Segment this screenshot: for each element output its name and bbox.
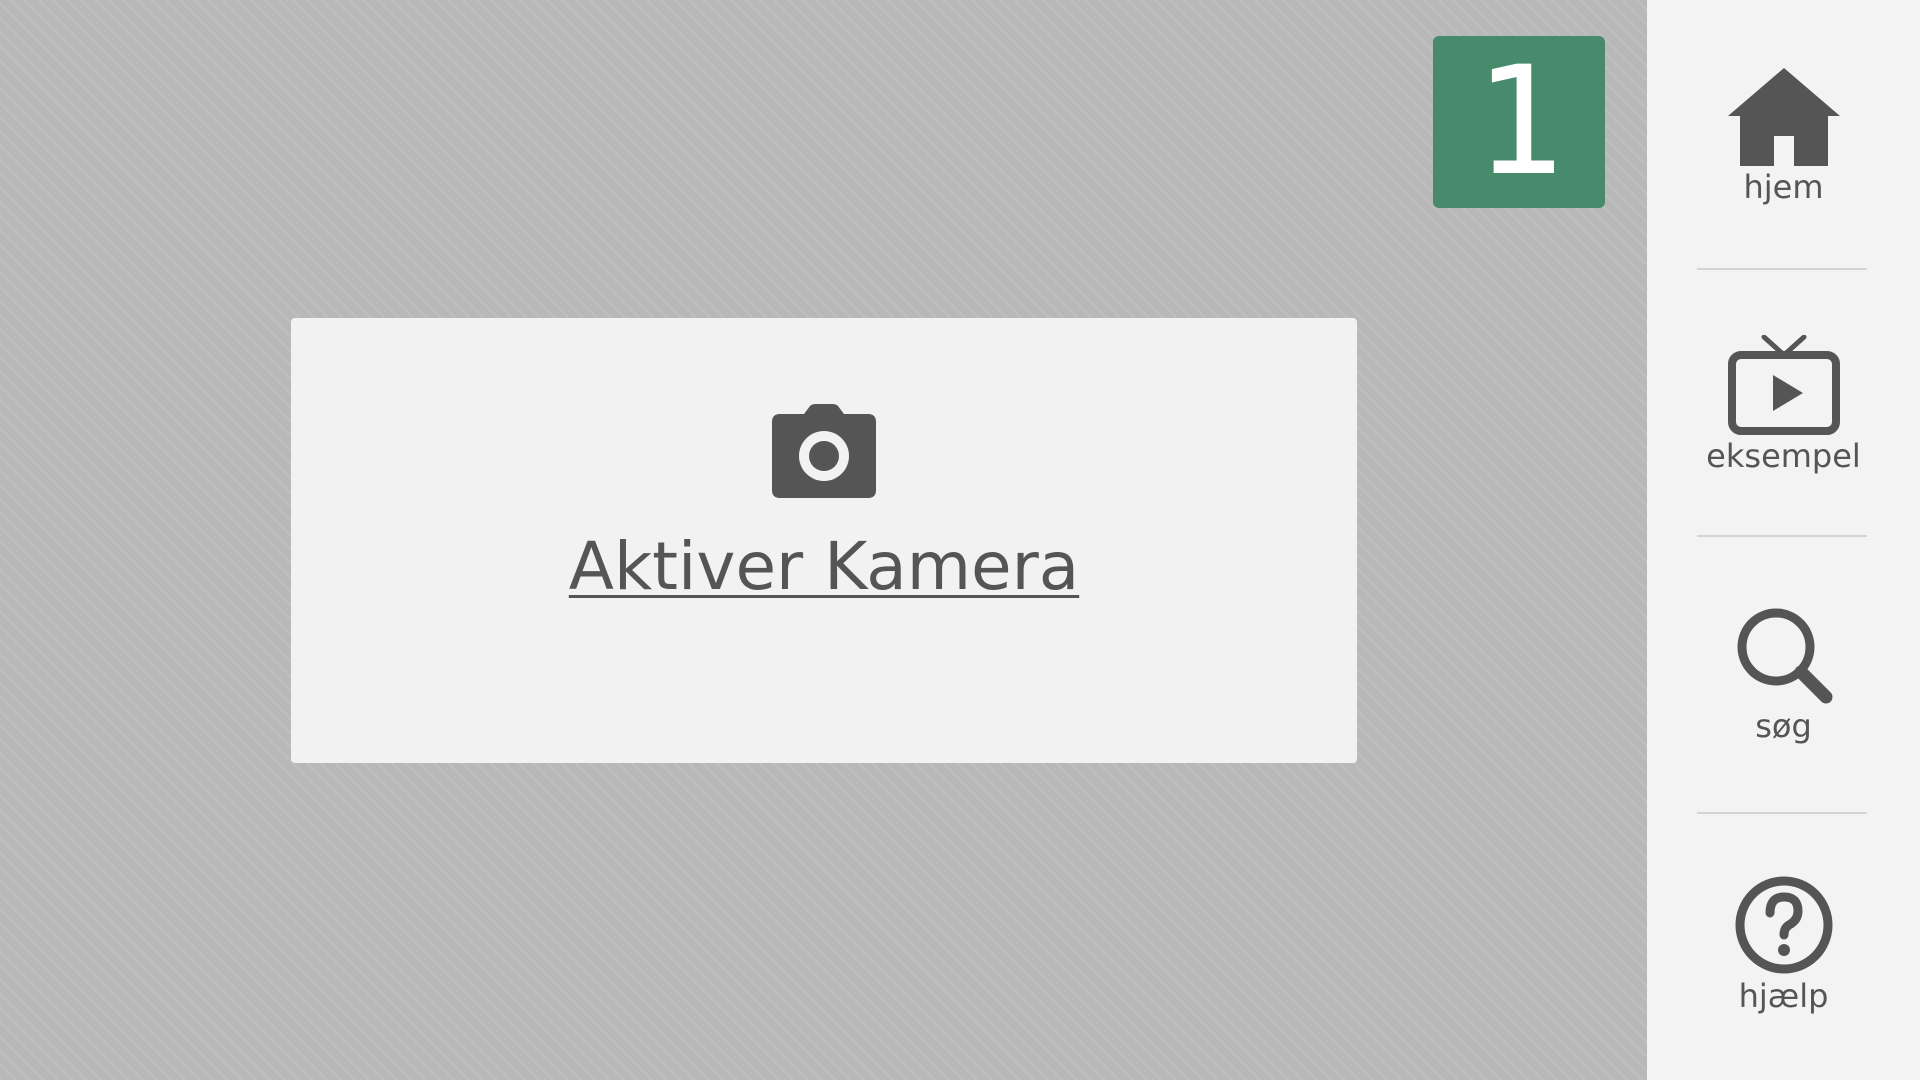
question-circle-icon [1735, 876, 1832, 974]
sidebar-item-label: eksempel [1706, 437, 1861, 475]
counter-value: 1 [1473, 35, 1565, 209]
sidebar-divider [1697, 268, 1867, 270]
counter-badge: 1 [1433, 36, 1605, 208]
camera-icon [772, 404, 876, 498]
tv-play-icon [1727, 335, 1840, 435]
sidebar-item-label: søg [1755, 707, 1812, 745]
activate-camera-card[interactable]: Aktiver Kamera [291, 318, 1357, 763]
home-icon [1727, 68, 1840, 166]
sidebar-divider [1697, 812, 1867, 814]
sidebar-item-label: hjælp [1738, 977, 1829, 1015]
app-window: 1 Aktiver Kamera hjem eksempel søg hjælp [0, 0, 1920, 1080]
sidebar-item-home[interactable]: hjem [1647, 36, 1920, 236]
main-area: 1 Aktiver Kamera [0, 0, 1647, 1080]
sidebar-divider [1697, 535, 1867, 537]
sidebar-item-search[interactable]: søg [1647, 575, 1920, 775]
activate-camera-link[interactable]: Aktiver Kamera [291, 528, 1357, 605]
sidebar-item-example[interactable]: eksempel [1647, 305, 1920, 505]
search-icon [1737, 608, 1832, 704]
sidebar-item-help[interactable]: hjælp [1647, 845, 1920, 1045]
sidebar: hjem eksempel søg hjælp [1647, 0, 1920, 1080]
sidebar-item-label: hjem [1743, 168, 1824, 206]
